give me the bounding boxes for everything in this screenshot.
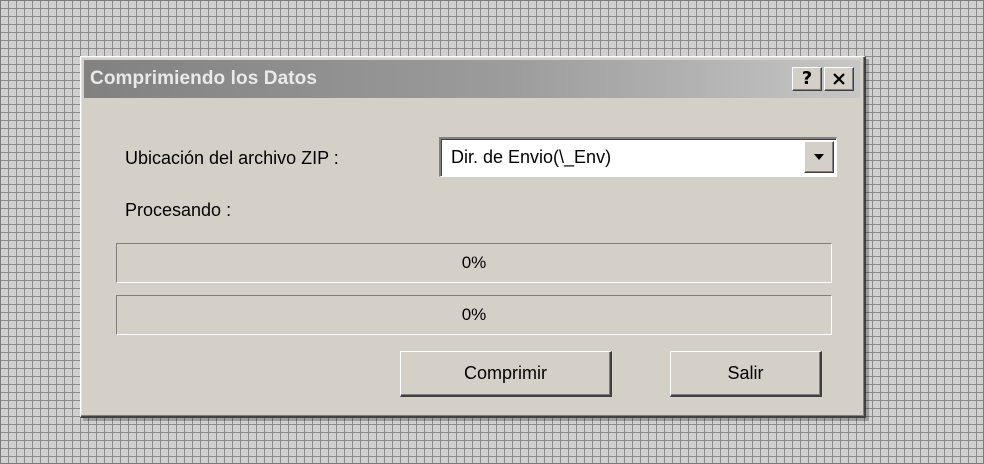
- dropdown-arrow-button[interactable]: [804, 141, 834, 173]
- exit-button[interactable]: Salir: [670, 351, 822, 397]
- titlebar-buttons: ?: [792, 67, 854, 91]
- zip-location-dropdown[interactable]: Dir. de Envio(\_Env): [439, 137, 837, 177]
- chevron-down-icon: [814, 154, 824, 160]
- zip-location-value: Dir. de Envio(\_Env): [451, 147, 612, 167]
- close-icon: [833, 73, 845, 85]
- progress-text-1: 0%: [461, 253, 487, 272]
- zip-location-label: Ubicación del archivo ZIP :: [125, 148, 339, 168]
- processing-label: Procesando :: [125, 200, 232, 220]
- progress-bar-2: 0%: [116, 295, 832, 335]
- progress-bar-1: 0%: [116, 243, 832, 283]
- dialog-titlebar[interactable]: Comprimiendo los Datos ?: [84, 60, 860, 98]
- close-button[interactable]: [824, 67, 854, 91]
- dialog-title: Comprimiendo los Datos: [90, 68, 318, 89]
- help-button[interactable]: ?: [792, 67, 822, 91]
- compress-button[interactable]: Comprimir: [400, 351, 612, 397]
- compress-dialog: Comprimiendo los Datos ? Ubicación del a…: [80, 56, 866, 418]
- progress-text-2: 0%: [461, 305, 487, 324]
